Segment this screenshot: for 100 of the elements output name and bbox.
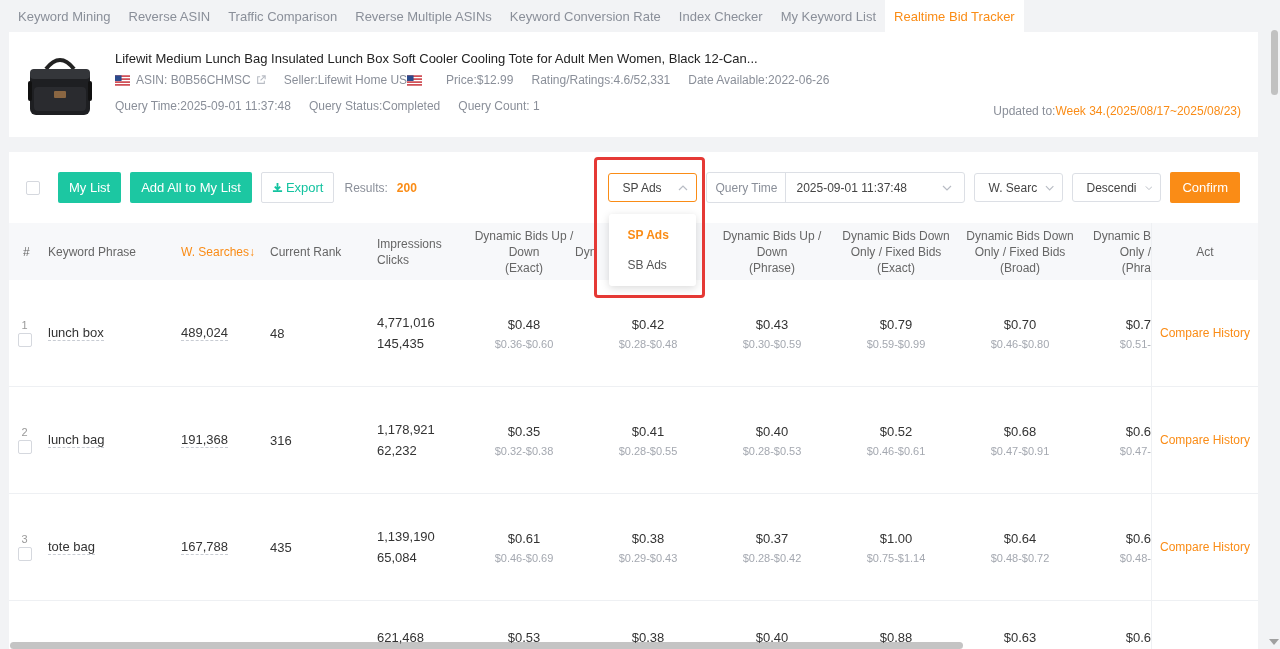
horizontal-scrollbar[interactable]: [10, 642, 963, 649]
bid-range: $0.59-$0.99: [866, 337, 926, 350]
query-status-text: Query Status:Completed: [308, 99, 441, 113]
clicks-value: 145,435: [377, 336, 424, 351]
rank-cell: 435: [270, 539, 292, 555]
download-icon: [271, 182, 283, 193]
export-button[interactable]: Export: [260, 172, 335, 203]
keyword-link[interactable]: lunch box: [48, 325, 104, 341]
impressions-value: 1,178,921: [377, 422, 435, 437]
column-header: Act: [1196, 243, 1214, 260]
column-header: Keyword Phrase: [48, 243, 137, 260]
search-volume[interactable]: 167,788: [181, 539, 228, 555]
bid-range: $0.48-: [1119, 551, 1151, 564]
tab[interactable]: Index Checker: [669, 0, 772, 32]
impressions-value: 621,468: [377, 631, 424, 645]
caret-icon: [1045, 184, 1055, 191]
row-number: 2: [21, 426, 28, 438]
ad-type-select[interactable]: SP Ads: [608, 173, 698, 202]
row-number: 3: [21, 533, 28, 545]
updated-label: Updated to:: [993, 104, 1056, 118]
scroll-down-icon[interactable]: [1269, 639, 1279, 645]
bid-value: $0.61: [507, 530, 541, 546]
impressions-value: 1,139,190: [377, 529, 435, 544]
tab[interactable]: Reverse Multiple ASINs: [346, 0, 501, 32]
tab[interactable]: Traffic Comparison: [219, 0, 347, 32]
impressions-value: 4,771,016: [377, 315, 435, 330]
menu-option[interactable]: SB Ads: [609, 250, 697, 280]
results-count: 200: [396, 180, 417, 195]
select-all-checkbox[interactable]: [26, 180, 40, 195]
bid-value: $0.53: [507, 631, 541, 645]
compare-history-link[interactable]: Compare History: [1160, 540, 1250, 554]
confirm-button[interactable]: Confirm: [1170, 172, 1240, 203]
tab[interactable]: Realtime Bid Tracker: [885, 0, 1024, 32]
bid-value: $0.6: [1125, 530, 1151, 546]
date-available-text: Date Available:2022-06-26: [688, 73, 830, 87]
tab[interactable]: Keyword Conversion Rate: [500, 0, 670, 32]
bid-range: $0.28-$0.42: [742, 551, 802, 564]
bid-value: $0.48: [507, 316, 541, 332]
list-button[interactable]: Add All to My List: [130, 172, 252, 203]
list-button[interactable]: My List: [58, 172, 122, 203]
bid-range: $0.29-$0.43: [618, 551, 678, 564]
keyword-link[interactable]: lunch bag: [48, 432, 105, 448]
bid-range: $0.30-$0.59: [742, 337, 802, 350]
column-header: Dynamic Bids Down Only / Fixed Bids (Broad): [966, 227, 1074, 276]
menu-option[interactable]: SP Ads: [609, 220, 697, 250]
price-text: Price:$12.99: [446, 73, 514, 87]
column-header: #: [23, 243, 30, 260]
column-header: Impressions Clicks: [377, 235, 442, 268]
flag-icon: [407, 74, 423, 86]
bid-value: $0.6: [1125, 631, 1151, 645]
column-header: Current Rank: [270, 243, 342, 260]
bid-value: $0.37: [755, 530, 789, 546]
column-header: Dynamic Bids Up / Down (Exact): [474, 227, 574, 276]
tab[interactable]: My Keyword List: [771, 0, 886, 32]
week-range-text: Week 34.(2025/08/17~2025/08/23): [1055, 104, 1241, 118]
bid-value: $0.42: [631, 316, 665, 332]
product-title: Lifewit Medium Lunch Bag Insulated Lunch Box Soft Cooler Cooling Tote for Adult Men Women, Black 12-Can...: [115, 51, 759, 66]
column-header: Dynamic Bids Up / Down (Phrase): [722, 227, 822, 276]
column-header: Dynamic B Only / (Phra: [1093, 227, 1151, 276]
bid-value: $0.40: [755, 423, 789, 439]
external-link-icon[interactable]: [255, 75, 266, 85]
sort-field-select[interactable]: W. Searc: [974, 173, 1064, 202]
bid-range: $0.28-$0.53: [742, 444, 802, 457]
query-time-text: Query Time:2025-09-01 11:37:48: [115, 99, 291, 113]
bid-range: $0.46-$0.69: [494, 551, 554, 564]
bid-range: $0.46-$0.80: [990, 337, 1050, 350]
compare-history-link[interactable]: Compare History: [1160, 326, 1250, 340]
bid-range: $0.46-$0.61: [866, 444, 926, 457]
search-volume[interactable]: 489,024: [181, 325, 228, 341]
bid-value: $0.35: [507, 423, 541, 439]
bid-range: $0.47-: [1119, 444, 1151, 457]
bid-value: $0.40: [755, 631, 789, 645]
query-time-select[interactable]: Query Time 2025-09-01 11:37:48: [706, 172, 966, 203]
compare-history-link[interactable]: Compare History: [1160, 433, 1250, 447]
row-checkbox[interactable]: [17, 547, 32, 561]
search-volume[interactable]: 191,368: [181, 432, 228, 448]
keyword-link[interactable]: tote bag: [48, 539, 95, 555]
bid-range: $0.47-$0.91: [990, 444, 1050, 457]
query-count-text: Query Count: 1: [458, 99, 540, 113]
row-checkbox[interactable]: [17, 440, 32, 454]
sort-order-select[interactable]: Descendi: [1072, 173, 1162, 202]
bid-value: $0.52: [879, 423, 913, 439]
tab[interactable]: Reverse ASIN: [119, 0, 220, 32]
bid-value: $0.68: [1003, 423, 1037, 439]
clicks-value: 62,232: [377, 443, 417, 458]
bid-range: $0.28-$0.48: [618, 337, 678, 350]
bid-range: $0.32-$0.38: [494, 444, 554, 457]
bid-range: $0.48-$0.72: [990, 551, 1050, 564]
vertical-scrollbar[interactable]: [1271, 30, 1278, 95]
bid-range: $0.51-: [1119, 337, 1151, 350]
bid-value: $0.38: [631, 530, 665, 546]
bid-value: $0.38: [631, 631, 665, 645]
row-number: 1: [21, 319, 28, 331]
tab[interactable]: Keyword Mining: [9, 0, 120, 32]
bid-value: $0.88: [879, 631, 913, 645]
bid-value: $0.7: [1125, 316, 1151, 332]
bid-value: $0.43: [755, 316, 789, 332]
row-checkbox[interactable]: [17, 333, 32, 347]
bid-value: $0.64: [1003, 530, 1037, 546]
results-label: Results:: [344, 180, 388, 195]
